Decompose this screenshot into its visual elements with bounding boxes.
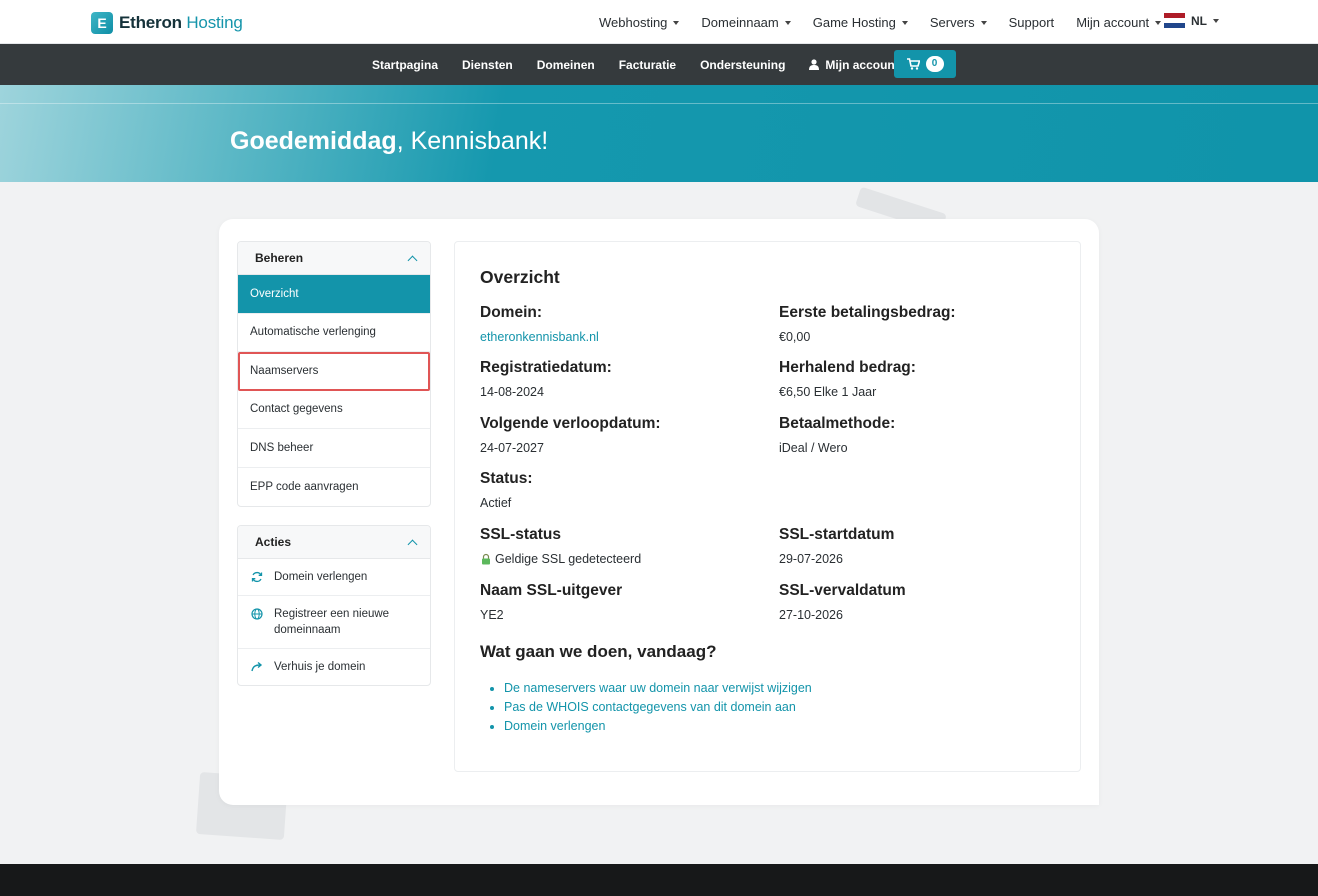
subnav-domeinen[interactable]: Domeinen [537, 58, 595, 72]
caret-down-icon [673, 20, 680, 25]
brand-name-bold: Etheron [119, 13, 182, 32]
ssl-status-field: SSL-status Geldige SSL gedetecteerd [480, 526, 642, 566]
sidebar-item-dns-beheer[interactable]: DNS beheer [238, 429, 430, 468]
menu-mijn-account[interactable]: Mijn account [1076, 15, 1162, 30]
top-navbar: E Etheron Hosting Webhosting Domeinnaam … [0, 0, 1318, 44]
recurring-amount-field: Herhalend bedrag: €6,50 Elke 1 Jaar [779, 359, 916, 399]
footer [0, 864, 1318, 896]
todo-heading: Wat gaan we doen, vandaag? [480, 642, 717, 661]
flag-nl-icon [1164, 13, 1185, 28]
hero-banner: Goedemiddag, Kennisbank! [0, 85, 1318, 182]
language-code: NL [1191, 13, 1207, 28]
link-renew-domain[interactable]: Domein verlengen [504, 717, 812, 736]
link-whois-contact[interactable]: Pas de WHOIS contactgegevens van dit dom… [504, 698, 812, 717]
subnav-facturatie[interactable]: Facturatie [619, 58, 676, 72]
caret-down-icon [1213, 19, 1219, 23]
action-verhuis-domein[interactable]: Verhuis je domein [238, 649, 430, 685]
action-domein-verlengen[interactable]: Domein verlengen [238, 559, 430, 596]
ssl-lock-icon [482, 553, 490, 565]
subnav-diensten[interactable]: Diensten [462, 58, 513, 72]
client-navbar: Startpagina Diensten Domeinen Facturatie… [0, 44, 1318, 85]
main-menu: Webhosting Domeinnaam Game Hosting Serve… [599, 0, 1162, 44]
domain-link[interactable]: etheronkennisbank.nl [480, 330, 599, 344]
sidebar-item-epp-code[interactable]: EPP code aanvragen [238, 468, 430, 507]
chevron-up-icon [407, 539, 418, 549]
first-payment-field: Eerste betalingsbedrag: €0,00 [779, 304, 956, 344]
overview-title: Overzicht [480, 267, 560, 287]
action-registreer-domein[interactable]: Registreer een nieuwe domeinnaam [238, 596, 430, 649]
menu-domeinnaam[interactable]: Domeinnaam [701, 15, 791, 30]
status-field: Status: Actief [480, 470, 533, 510]
overview-panel: Overzicht Domein: etheronkennisbank.nl E… [454, 241, 1081, 772]
globe-icon [251, 608, 263, 620]
share-arrow-icon [251, 661, 263, 672]
sidebar-item-naamservers[interactable]: Naamservers [238, 352, 430, 391]
user-icon [809, 59, 820, 70]
caret-down-icon [784, 20, 791, 25]
caret-down-icon [1155, 20, 1162, 25]
language-selector[interactable]: NL [1164, 13, 1219, 28]
ssl-start-date-field: SSL-startdatum 29-07-2026 [779, 526, 895, 566]
sidebar-item-contact-gegevens[interactable]: Contact gegevens [238, 391, 430, 429]
chevron-up-icon [407, 255, 418, 265]
refresh-icon [251, 571, 263, 583]
payment-method-field: Betaalmethode: iDeal / Wero [779, 415, 896, 455]
sidebar-item-overzicht[interactable]: Overzicht [238, 275, 430, 314]
brand-logo[interactable]: E Etheron Hosting [91, 12, 243, 34]
menu-servers[interactable]: Servers [930, 15, 987, 30]
brand-name-light: Hosting [186, 13, 243, 32]
todo-links: De nameservers waar uw domein naar verwi… [504, 679, 812, 736]
subnav-ondersteuning[interactable]: Ondersteuning [700, 58, 785, 72]
menu-game-hosting[interactable]: Game Hosting [813, 15, 908, 30]
ssl-expiry-date-field: SSL-vervaldatum 27-10-2026 [779, 582, 906, 622]
ssl-issuer-field: Naam SSL-uitgever YE2 [480, 582, 623, 622]
domain-field: Domein: etheronkennisbank.nl [480, 304, 599, 344]
subnav-startpagina[interactable]: Startpagina [372, 58, 438, 72]
sidebar-item-automatische-verlenging[interactable]: Automatische verlenging [238, 314, 430, 352]
cart-count-badge: 0 [925, 56, 944, 72]
next-due-date-field: Volgende verloopdatum: 24-07-2027 [480, 415, 661, 455]
cart-button[interactable]: 0 [894, 50, 956, 78]
actions-panel: Acties Domein verlengen Registreer een n… [237, 525, 431, 686]
menu-webhosting[interactable]: Webhosting [599, 15, 680, 30]
logo-mark-icon: E [91, 12, 113, 34]
cart-icon [906, 58, 920, 70]
registration-date-field: Registratiedatum: 14-08-2024 [480, 359, 612, 399]
caret-down-icon [980, 20, 987, 25]
subnav-mijn-account[interactable]: Mijn account [809, 58, 899, 72]
manage-panel: Beheren Overzicht Automatische verlengin… [237, 241, 431, 507]
manage-panel-header[interactable]: Beheren [238, 242, 430, 275]
greeting-title: Goedemiddag, Kennisbank! [230, 127, 549, 155]
actions-panel-header[interactable]: Acties [238, 526, 430, 559]
link-change-nameservers[interactable]: De nameservers waar uw domein naar verwi… [504, 679, 812, 698]
menu-support[interactable]: Support [1009, 15, 1055, 30]
caret-down-icon [901, 20, 908, 25]
